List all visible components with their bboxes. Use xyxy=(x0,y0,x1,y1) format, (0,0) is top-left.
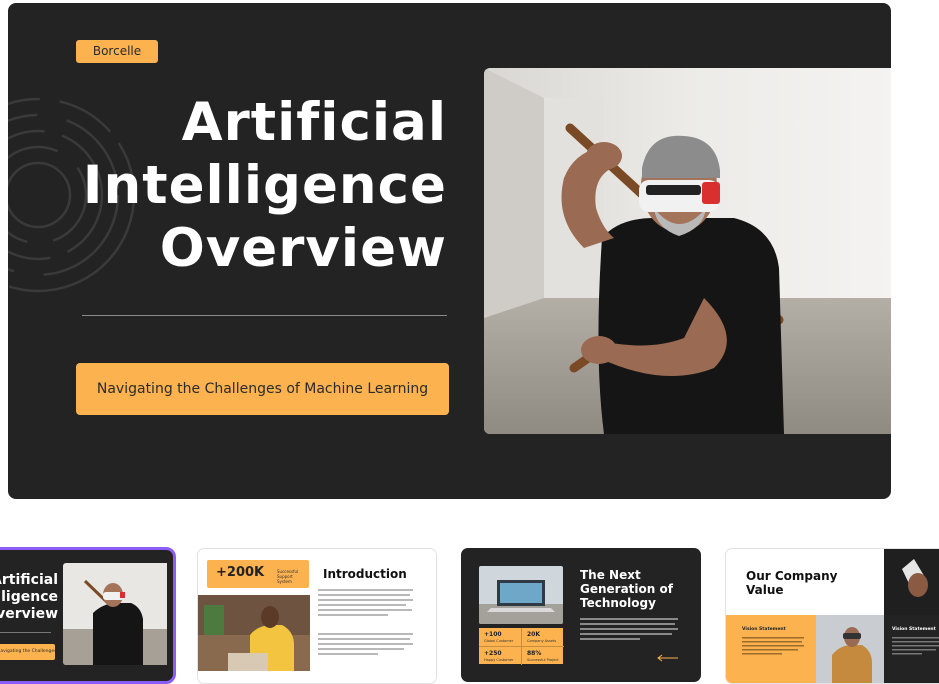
thumb-4-dark-panel: Vision Statement xyxy=(884,615,939,683)
thumb-1-title: Artificial Intelligence Overview xyxy=(0,572,58,622)
thumb-2-stat-value: +200K xyxy=(216,565,265,580)
thumb-3-text-lines xyxy=(580,618,678,662)
thumb-1-subtitle: Navigating the Challenges of Machine Lea… xyxy=(0,644,55,660)
thumb-2-photo xyxy=(198,595,310,671)
thumb-3-stat-4: 88% Successful Project xyxy=(521,646,564,665)
thumb-1-photo xyxy=(63,563,167,665)
thumb-3-stats-grid: +100 Global Customer 20K Company Assets … xyxy=(479,628,564,665)
thumb-3-stat-1: +100 Global Customer xyxy=(484,631,514,643)
thumb-3-stat-2: 20K Company Assets xyxy=(521,628,564,646)
subtitle-box[interactable]: Navigating the Challenges of Machine Lea… xyxy=(76,363,449,415)
thumbnail-slide-4[interactable]: Our Company Value Vision Statement Visio… xyxy=(725,548,939,684)
thumb-2-stat-box: +200K Successful Support System xyxy=(207,560,309,588)
thumb-4-heading: Our Company Value xyxy=(746,569,838,597)
main-slide-canvas[interactable]: Borcelle Artificial Intelligence Overvie… xyxy=(8,3,891,499)
title-line-2: Intelligence xyxy=(82,155,447,216)
thumb-3-stat-3: +250 Happy Customer xyxy=(479,646,521,665)
thumb-1-divider xyxy=(0,632,51,633)
thumb-4-photo-1 xyxy=(816,615,884,683)
thumb-4-photo-2 xyxy=(884,549,939,615)
thumb-4-value-box: Vision Statement xyxy=(726,615,816,683)
vr-man-photo xyxy=(484,68,891,434)
thumbnail-slide-3[interactable]: +100 Global Customer 20K Company Assets … xyxy=(461,548,701,682)
thumb-3-heading: The Next Generation of Technology xyxy=(580,568,673,610)
thumb-2-text-lines xyxy=(318,589,413,655)
title-line-3: Overview xyxy=(159,218,447,279)
thumb-2-stat-caption: Successful Support System xyxy=(277,569,299,584)
slide-title[interactable]: Artificial Intelligence Overview xyxy=(27,91,447,280)
brand-tag[interactable]: Borcelle xyxy=(76,40,158,63)
thumb-3-photo xyxy=(479,566,563,624)
thumb-4-label-2: Vision Statement xyxy=(892,627,936,632)
title-divider xyxy=(82,315,447,316)
thumbnail-slide-2[interactable]: +200K Successful Support System Introduc… xyxy=(197,548,437,684)
title-line-1: Artificial xyxy=(181,92,447,153)
thumb-4-label-1: Vision Statement xyxy=(742,627,786,632)
thumb-2-heading: Introduction xyxy=(323,567,407,581)
thumbnail-slide-1[interactable]: Artificial Intelligence Overview Navigat… xyxy=(0,547,176,684)
hero-photo[interactable] xyxy=(484,68,891,434)
